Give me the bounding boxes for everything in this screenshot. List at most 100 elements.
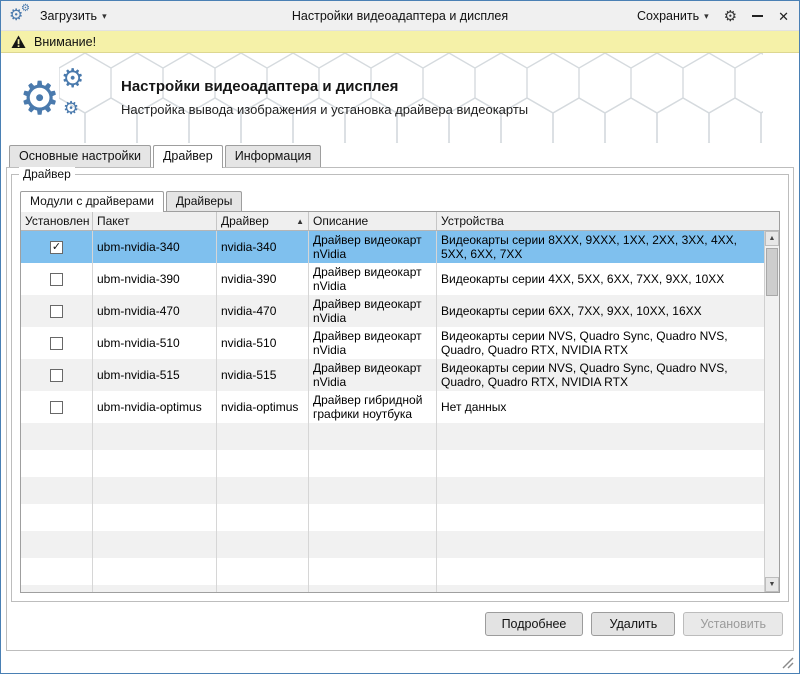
empty-cell xyxy=(437,558,764,585)
empty-cell xyxy=(309,585,437,592)
scrollbar-thumb[interactable] xyxy=(766,248,778,296)
tab-information[interactable]: Информация xyxy=(225,145,322,167)
column-header-driver[interactable]: Драйвер ▲ xyxy=(217,212,309,230)
load-button-label: Загрузить xyxy=(40,9,97,23)
tab-driver-modules[interactable]: Модули с драйверами xyxy=(20,191,164,212)
empty-cell xyxy=(93,450,217,477)
hexagon-pattern xyxy=(59,53,763,143)
titlebar: Настройки видеоадаптера и дисплея ⚙⚙ Заг… xyxy=(1,1,799,31)
empty-cell xyxy=(21,423,93,450)
warning-text: Внимание! xyxy=(34,35,96,49)
button-row: Подробнее Удалить Установить xyxy=(485,612,783,636)
page-subtitle: Настройка вывода изображения и установка… xyxy=(121,102,528,117)
table-row[interactable]: ubm-nvidia-515nvidia-515Драйвер видеокар… xyxy=(21,359,764,391)
package-cell: ubm-nvidia-510 xyxy=(93,327,217,359)
description-cell: Драйвер видеокарт nVidia xyxy=(309,295,437,327)
empty-cell xyxy=(93,585,217,592)
app-logo-gears-icon: ⚙⚙⚙ xyxy=(19,67,114,133)
empty-cell xyxy=(21,504,93,531)
empty-cell xyxy=(217,531,309,558)
empty-cell xyxy=(93,558,217,585)
tab-driver[interactable]: Драйвер xyxy=(153,145,223,168)
empty-cell xyxy=(21,531,93,558)
empty-cell xyxy=(437,531,764,558)
install-button[interactable]: Установить xyxy=(683,612,783,636)
main-tabbar: Основные настройкиДрайверИнформация xyxy=(1,143,799,167)
table-row-empty xyxy=(21,585,764,592)
empty-cell xyxy=(93,423,217,450)
minimize-button[interactable] xyxy=(752,15,763,17)
table-row[interactable]: ubm-nvidia-390nvidia-390Драйвер видеокар… xyxy=(21,263,764,295)
driver-cell: nvidia-optimus xyxy=(217,391,309,423)
table-row[interactable]: ubm-nvidia-optimusnvidia-optimusДрайвер … xyxy=(21,391,764,423)
empty-cell xyxy=(309,450,437,477)
scroll-down-button[interactable]: ▼ xyxy=(765,577,779,592)
installed-cell xyxy=(21,327,93,359)
installed-cell xyxy=(21,359,93,391)
driver-cell: nvidia-510 xyxy=(217,327,309,359)
devices-cell: Видеокарты серии NVS, Quadro Sync, Quadr… xyxy=(437,327,764,359)
details-button[interactable]: Подробнее xyxy=(485,612,584,636)
table-row[interactable]: ubm-nvidia-470nvidia-470Драйвер видеокар… xyxy=(21,295,764,327)
installed-checkbox[interactable] xyxy=(50,369,63,382)
driver-groupbox: Драйвер Модули с драйверамиДрайверы Уста… xyxy=(11,174,789,602)
groupbox-label: Драйвер xyxy=(19,167,75,181)
tab-drivers[interactable]: Драйверы xyxy=(166,191,242,211)
empty-cell xyxy=(309,531,437,558)
warning-triangle-icon xyxy=(11,35,26,49)
chevron-down-icon: ▾ xyxy=(102,11,107,22)
empty-cell xyxy=(217,585,309,592)
triangle-up-icon: ▲ xyxy=(769,235,776,242)
save-button[interactable]: Сохранить ▾ xyxy=(637,9,709,23)
tab-general-settings[interactable]: Основные настройки xyxy=(9,145,151,167)
tab-page-driver: Драйвер Модули с драйверамиДрайверы Уста… xyxy=(6,167,794,651)
empty-cell xyxy=(217,504,309,531)
table-row[interactable]: ✓ubm-nvidia-340nvidia-340Драйвер видеока… xyxy=(21,231,764,263)
warning-banner: Внимание! xyxy=(1,31,799,53)
sort-ascending-icon: ▲ xyxy=(296,217,304,226)
package-cell: ubm-nvidia-515 xyxy=(93,359,217,391)
scroll-up-button[interactable]: ▲ xyxy=(765,231,779,246)
column-header-installed[interactable]: Установлен xyxy=(21,212,93,230)
empty-cell xyxy=(309,477,437,504)
resize-grip[interactable] xyxy=(780,655,794,669)
table-body: ✓ubm-nvidia-340nvidia-340Драйвер видеока… xyxy=(21,231,764,592)
installed-cell xyxy=(21,263,93,295)
installed-checkbox[interactable] xyxy=(50,305,63,318)
empty-cell xyxy=(437,585,764,592)
empty-cell xyxy=(309,423,437,450)
empty-cell xyxy=(217,558,309,585)
page-header: ⚙⚙⚙ Настройки видеоадаптера и дисплея На… xyxy=(1,53,799,143)
description-cell: Драйвер видеокарт nVidia xyxy=(309,263,437,295)
installed-checkbox[interactable] xyxy=(50,273,63,286)
empty-cell xyxy=(309,558,437,585)
empty-cell xyxy=(309,504,437,531)
empty-cell xyxy=(21,477,93,504)
driver-cell: nvidia-390 xyxy=(217,263,309,295)
description-cell: Драйвер гибридной графики ноутбука xyxy=(309,391,437,423)
vertical-scrollbar[interactable]: ▲ ▼ xyxy=(764,231,779,592)
empty-cell xyxy=(21,585,93,592)
column-header-devices[interactable]: Устройства xyxy=(437,212,779,230)
installed-cell: ✓ xyxy=(21,231,93,263)
app-gears-icon: ⚙⚙ xyxy=(9,4,33,28)
installed-cell xyxy=(21,391,93,423)
installed-checkbox[interactable] xyxy=(50,401,63,414)
empty-cell xyxy=(437,450,764,477)
settings-gear-icon[interactable]: ⚙ xyxy=(724,9,737,24)
load-button[interactable]: Загрузить ▾ xyxy=(40,9,107,23)
devices-cell: Видеокарты серии 6XX, 7XX, 9XX, 10XX, 16… xyxy=(437,295,764,327)
empty-cell xyxy=(217,423,309,450)
installed-checkbox[interactable]: ✓ xyxy=(50,241,63,254)
package-cell: ubm-nvidia-340 xyxy=(93,231,217,263)
devices-cell: Видеокарты серии NVS, Quadro Sync, Quadr… xyxy=(437,359,764,391)
delete-button[interactable]: Удалить xyxy=(591,612,675,636)
close-button[interactable]: ✕ xyxy=(778,10,789,23)
column-header-description[interactable]: Описание xyxy=(309,212,437,230)
table-row[interactable]: ubm-nvidia-510nvidia-510Драйвер видеокар… xyxy=(21,327,764,359)
column-header-package[interactable]: Пакет xyxy=(93,212,217,230)
empty-cell xyxy=(21,558,93,585)
driver-cell: nvidia-515 xyxy=(217,359,309,391)
installed-checkbox[interactable] xyxy=(50,337,63,350)
driver-cell: nvidia-470 xyxy=(217,295,309,327)
